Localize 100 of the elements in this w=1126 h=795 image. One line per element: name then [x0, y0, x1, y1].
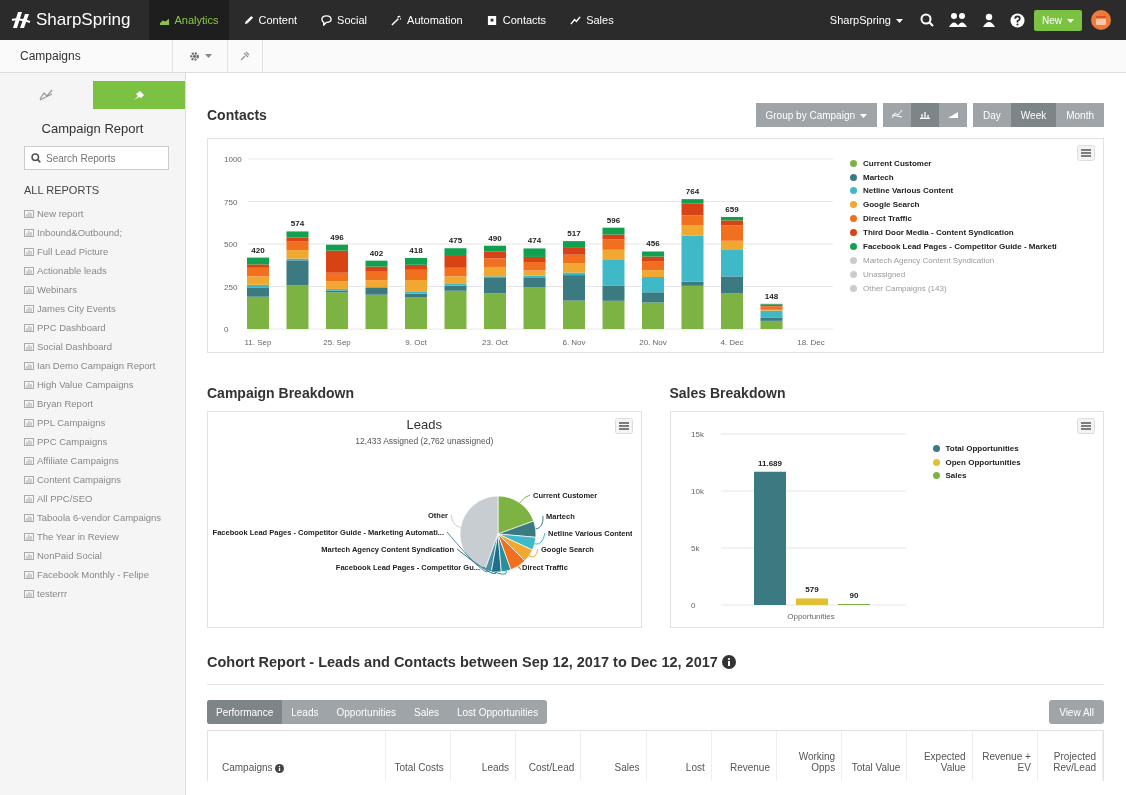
nav-tab[interactable]: Social — [311, 0, 378, 40]
report-tab[interactable]: Lost Opportunities — [448, 700, 548, 724]
menu-icon[interactable] — [614, 418, 633, 434]
chat-bubble-icon — [321, 14, 333, 26]
report-link[interactable]: All PPC/SEO — [24, 489, 185, 508]
legend-item[interactable]: Other Campaigns (143) — [850, 282, 1103, 295]
legend-item[interactable]: Unassigned — [850, 268, 1103, 281]
legend-item[interactable]: Current Customer — [850, 157, 1103, 170]
report-link[interactable]: Taboola 6-vendor Campaigns — [24, 508, 185, 527]
legend-item[interactable]: Third Door Media - Content Syndication — [850, 226, 1103, 239]
bar-chart-icon — [919, 109, 931, 119]
column-header[interactable]: Revenue + EV — [978, 751, 1031, 773]
report-link[interactable]: Bryan Report — [24, 394, 185, 413]
data-label: 574 — [290, 219, 305, 229]
column-header[interactable]: Projected Rev/Lead — [1043, 751, 1097, 773]
column-header[interactable]: Sales — [614, 762, 640, 773]
report-link[interactable]: Actionable leads — [24, 261, 185, 280]
calendar-avatar-icon[interactable] — [1091, 10, 1111, 30]
area-chart-icon — [947, 109, 959, 119]
legend-item[interactable]: Sales — [932, 469, 1103, 483]
report-icon — [24, 266, 34, 275]
menu-icon[interactable] — [1077, 418, 1095, 434]
column-header[interactable]: Total Value — [851, 762, 901, 773]
chart-type-button[interactable] — [939, 103, 967, 127]
help-icon[interactable] — [1010, 12, 1025, 28]
report-icon — [24, 551, 34, 560]
menu-icon[interactable] — [1077, 145, 1095, 161]
report-link[interactable]: New report — [24, 204, 185, 223]
report-link[interactable]: testerrr — [24, 584, 185, 603]
report-link[interactable]: PPC Campaigns — [24, 432, 185, 451]
legend-item[interactable]: Google Search — [850, 198, 1103, 212]
people-icon[interactable] — [948, 12, 968, 28]
report-link[interactable]: PPL Campaigns — [24, 413, 185, 432]
view-all-button[interactable]: View All — [1049, 700, 1104, 724]
report-tab[interactable]: Performance — [207, 700, 283, 724]
period-button[interactable]: Week — [1010, 103, 1057, 127]
report-link[interactable]: Facebook Monthly - Felipe — [24, 565, 185, 584]
axis-label: Opportunities — [786, 612, 835, 621]
report-link[interactable]: Ian Demo Campaign Report — [24, 356, 185, 375]
legend-item[interactable]: Netline Various Content — [850, 184, 1103, 198]
info-icon[interactable] — [274, 764, 284, 773]
report-tab[interactable]: Leads — [282, 700, 328, 724]
column-header[interactable]: Expected Value — [913, 751, 966, 773]
legend-item[interactable]: Martech — [850, 170, 1103, 184]
report-link[interactable]: High Value Campaigns — [24, 375, 185, 394]
new-button[interactable]: New — [1034, 9, 1082, 31]
group-by-dropdown[interactable]: Group by Campaign — [755, 103, 877, 127]
period-button[interactable]: Day — [973, 103, 1011, 127]
report-icon — [24, 228, 34, 237]
report-link[interactable]: Social Dashboard — [24, 337, 185, 356]
legend-item[interactable]: Martech Agency Content Syndication — [850, 254, 1103, 267]
column-header[interactable]: Cost/Lead — [528, 762, 575, 773]
nav-tab[interactable]: Content — [232, 0, 308, 40]
column-header[interactable]: Revenue — [729, 762, 770, 773]
nav-tab[interactable]: Automation — [381, 0, 473, 40]
legend-item[interactable]: Open Opportunities — [932, 455, 1103, 469]
report-link[interactable]: Webinars — [24, 280, 185, 299]
chart-type-button[interactable] — [911, 103, 939, 127]
report-icon — [24, 570, 34, 579]
report-link[interactable]: Affiliate Campaigns — [24, 451, 185, 470]
report-tab[interactable]: Sales — [405, 700, 448, 724]
report-tab[interactable]: Opportunities — [327, 700, 405, 724]
legend-item[interactable]: Direct Traffic — [850, 212, 1103, 225]
column-header[interactable]: Leads — [481, 762, 510, 773]
info-icon[interactable] — [721, 655, 736, 669]
column-header[interactable]: Campaigns — [222, 762, 273, 773]
report-link[interactable]: Full Lead Picture — [24, 242, 185, 261]
search-field[interactable]: Search Reports — [24, 146, 169, 170]
sidebar-title: Campaign Report — [40, 121, 145, 136]
pencil-icon — [242, 14, 254, 26]
caret-icon — [204, 53, 212, 59]
report-icon — [24, 361, 34, 370]
chart-type-button[interactable] — [883, 103, 911, 127]
chart-title: Leads — [406, 417, 442, 432]
period-button[interactable]: Month — [1056, 103, 1104, 127]
report-link[interactable]: Inbound&Outbound; — [24, 223, 185, 242]
report-link[interactable]: James City Events — [24, 299, 185, 318]
report-icon — [24, 247, 34, 256]
data-label: 148 — [764, 291, 779, 301]
nav-tab[interactable]: Contacts — [476, 0, 557, 40]
nav-tab[interactable]: Sales — [560, 0, 624, 40]
column-header[interactable]: Lost — [685, 762, 705, 773]
axis-label: 18. Dec — [797, 338, 825, 347]
user-icon[interactable] — [982, 13, 996, 27]
report-link[interactable]: PPC Dashboard — [24, 318, 185, 337]
report-icon — [24, 285, 34, 294]
search-icon[interactable] — [920, 13, 934, 27]
pin-icon[interactable] — [240, 51, 250, 61]
column-header[interactable]: Working Opps — [782, 751, 836, 773]
report-link[interactable]: The Year in Review — [24, 527, 185, 546]
column-header[interactable]: Total Costs — [394, 762, 444, 773]
axis-label: 0 — [224, 325, 229, 334]
nav-tab[interactable]: Analytics — [148, 0, 229, 40]
legend-item[interactable]: Total Opportunities — [932, 442, 1103, 455]
report-link[interactable]: Content Campaigns — [24, 470, 185, 489]
account-menu[interactable]: SharpSpring — [829, 14, 903, 26]
report-link[interactable]: NonPaid Social — [24, 546, 185, 565]
legend-item[interactable]: Facebook Lead Pages - Competitor Guide - Marketi — [850, 240, 1103, 253]
report-icon — [24, 437, 34, 446]
data-label: 402 — [369, 248, 384, 258]
